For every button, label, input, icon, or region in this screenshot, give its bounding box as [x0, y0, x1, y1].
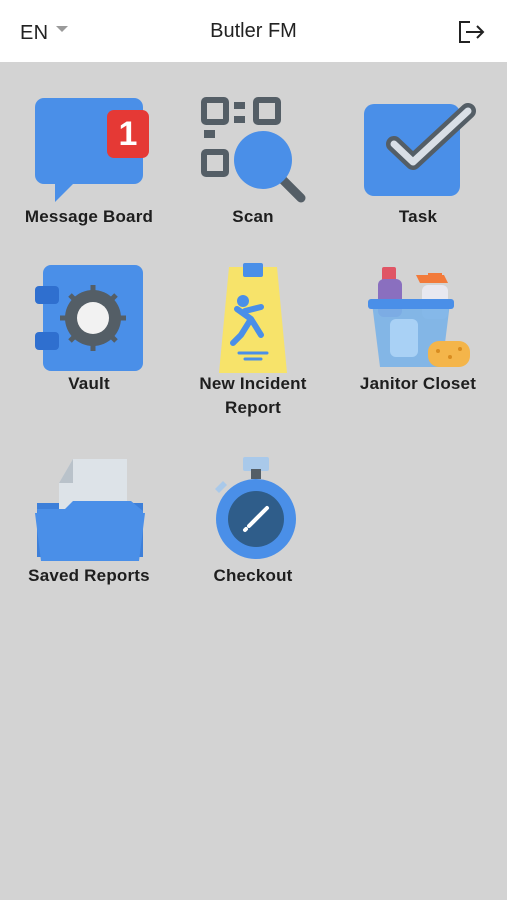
app-title: Butler FM — [210, 20, 297, 42]
tile-label: Saved Reports — [28, 566, 150, 585]
tile-scan[interactable]: Scan — [171, 94, 335, 259]
tile-vault[interactable]: Vault — [7, 261, 171, 426]
safe-icon — [35, 265, 143, 371]
qr-search-icon — [201, 97, 306, 203]
tile-new-incident-report[interactable]: New Incident Report — [171, 261, 335, 426]
tile-saved-reports[interactable]: Saved Reports — [7, 453, 171, 618]
tile-label: Vault — [68, 374, 110, 393]
tile-label: Task — [398, 207, 438, 226]
stopwatch-icon — [215, 457, 296, 559]
chevron-down-icon — [56, 26, 69, 32]
tile-label: Message Board — [24, 207, 154, 226]
wet-floor-sign-icon — [219, 263, 287, 373]
language-label: EN — [20, 21, 49, 44]
header-bar: EN Butler FM — [0, 0, 507, 62]
tile-task[interactable]: Task — [336, 94, 500, 259]
tile-janitor-closet[interactable]: Janitor Closet — [336, 261, 500, 426]
tile-label: New Incident Report — [199, 374, 307, 417]
tile-label: Scan — [232, 207, 274, 226]
tile-checkout[interactable]: Checkout — [171, 453, 335, 618]
tile-message-board[interactable]: 1 Message Board — [7, 94, 171, 259]
checkbox-icon — [364, 103, 476, 196]
tile-label: Checkout — [213, 566, 293, 585]
cleaning-bucket-icon — [368, 267, 470, 367]
unread-badge: 1 — [118, 115, 138, 153]
folder-icon — [35, 459, 145, 561]
logout-icon[interactable] — [456, 19, 486, 45]
language-selector[interactable]: EN — [20, 19, 69, 47]
tile-label: Janitor Closet — [359, 374, 477, 393]
